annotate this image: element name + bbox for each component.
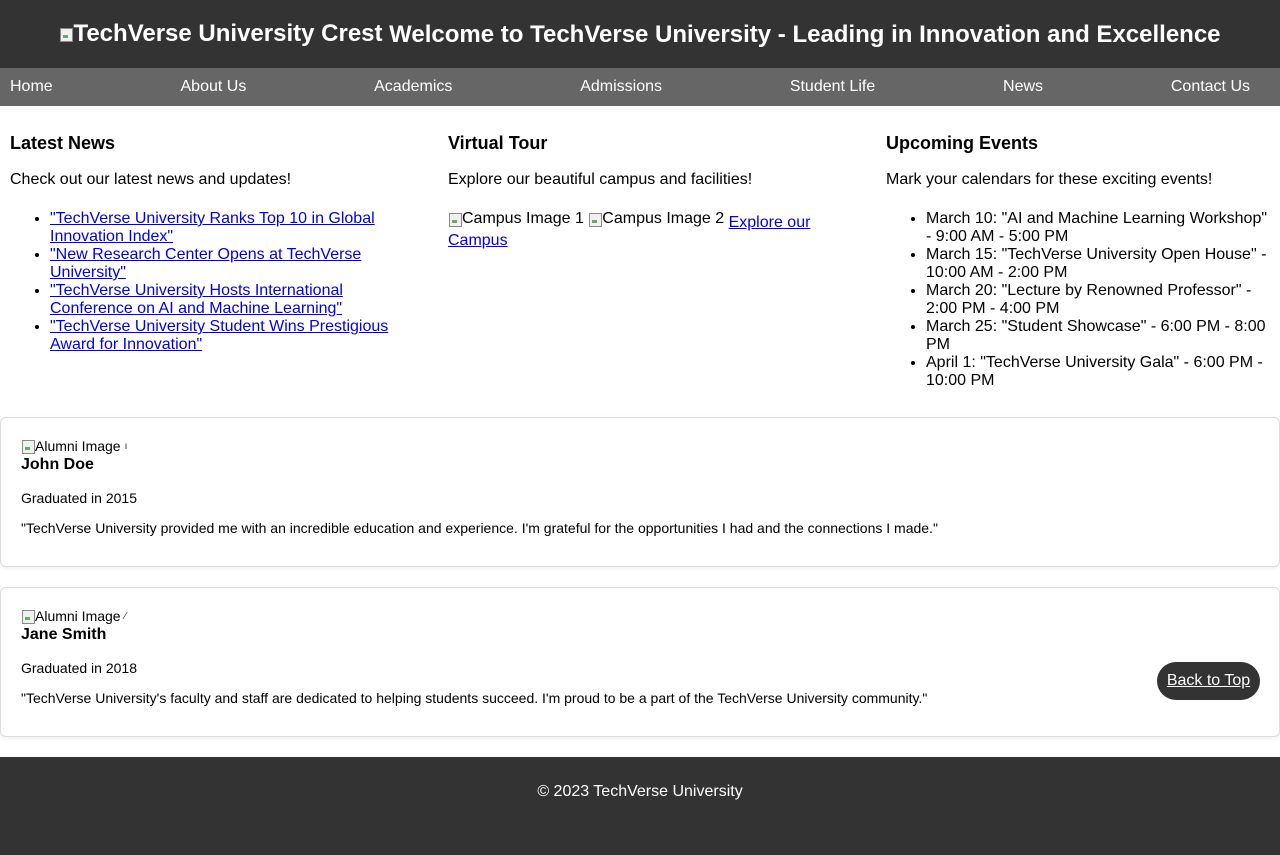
image-edge-icon: ⁄ — [124, 610, 127, 622]
latest-news-heading: Latest News — [10, 133, 116, 153]
event-item: March 10: "AI and Machine Learning Works… — [926, 210, 1271, 246]
broken-image-icon — [448, 211, 462, 227]
main-nav: Home About Us Academics Admissions Stude… — [0, 68, 1280, 106]
nav-admissions[interactable]: Admissions — [580, 78, 662, 96]
virtual-tour-intro: Explore our beautiful campus and facilit… — [448, 171, 753, 188]
campus-image-2-alt: Campus Image 2 — [602, 210, 725, 227]
tour-gallery: Campus Image 1 Campus Image 2 Explore ou… — [448, 210, 828, 250]
campus-image-2: Campus Image 2 — [588, 210, 724, 228]
news-link[interactable]: "TechVerse University Ranks Top 10 in Gl… — [50, 210, 375, 245]
alumni-name: Jane Smith — [21, 626, 107, 643]
site-header: TechVerse University Crest Welcome to Te… — [0, 0, 1280, 68]
event-item: April 1: "TechVerse University Gala" - 6… — [926, 354, 1271, 390]
alumni-image-alt: Alumni Image — [35, 438, 121, 454]
news-link[interactable]: "TechVerse University Student Wins Prest… — [50, 318, 388, 353]
crest-alt-text: TechVerse University Crest — [73, 19, 383, 47]
news-item: "TechVerse University Student Wins Prest… — [50, 318, 410, 354]
broken-image-icon — [21, 438, 35, 454]
nav-contact-us[interactable]: Contact Us — [1171, 78, 1250, 96]
news-list: "TechVerse University Ranks Top 10 in Gl… — [10, 210, 410, 354]
page-title: TechVerse University Crest Welcome to Te… — [59, 19, 1221, 49]
upcoming-events-intro: Mark your calendars for these exciting e… — [886, 171, 1213, 188]
event-item: March 15: "TechVerse University Open Hou… — [926, 246, 1271, 282]
title-text: Welcome to TechVerse University - Leadin… — [389, 20, 1221, 48]
back-to-top-link[interactable]: Back to Top — [1167, 672, 1250, 690]
nav-home[interactable]: Home — [10, 78, 53, 96]
site-footer: © 2023 TechVerse University — [0, 757, 1280, 855]
alumni-name: John Doe — [21, 456, 94, 473]
copyright-text: © 2023 TechVerse University — [537, 783, 743, 800]
university-crest-image: TechVerse University Crest — [59, 19, 383, 48]
alumni-card: Alumni Image ⁄ Jane Smith Graduated in 20… — [0, 587, 1280, 737]
nav-academics[interactable]: Academics — [374, 78, 452, 96]
nav-student-life[interactable]: Student Life — [790, 78, 875, 96]
broken-image-icon — [59, 26, 74, 42]
news-link[interactable]: "TechVerse University Hosts Internationa… — [50, 282, 343, 317]
campus-image-1: Campus Image 1 — [448, 210, 584, 228]
news-item: "TechVerse University Hosts Internationa… — [50, 282, 410, 318]
nav-news[interactable]: News — [1003, 78, 1043, 96]
broken-image-icon — [588, 211, 603, 227]
alumni-image: Alumni Image ⁄ — [21, 608, 126, 624]
news-link[interactable]: "New Research Center Opens at TechVerse … — [50, 246, 361, 281]
alumni-quote: "TechVerse University provided me with a… — [21, 520, 938, 536]
events-list: March 10: "AI and Machine Learning Works… — [886, 210, 1271, 390]
news-item: "TechVerse University Ranks Top 10 in Gl… — [50, 210, 410, 246]
alumni-graduation: Graduated in 2018 — [21, 660, 137, 676]
alumni-card: Alumni Image ı John Doe Graduated in 2015… — [0, 417, 1280, 567]
broken-image-icon — [21, 608, 35, 624]
news-item: "New Research Center Opens at TechVerse … — [50, 246, 410, 282]
content-columns: Latest News Check out our latest news an… — [0, 106, 1280, 417]
campus-image-1-alt: Campus Image 1 — [462, 210, 584, 227]
event-item: March 20: "Lecture by Renowned Professor… — [926, 282, 1271, 318]
alumni-graduation: Graduated in 2015 — [21, 490, 137, 506]
virtual-tour-heading: Virtual Tour — [448, 133, 548, 153]
event-item: March 25: "Student Showcase" - 6:00 PM -… — [926, 318, 1271, 354]
back-to-top-button[interactable]: Back to Top — [1157, 662, 1260, 700]
upcoming-events-heading: Upcoming Events — [886, 133, 1039, 153]
image-edge-icon: ı — [124, 440, 128, 452]
alumni-image-alt: Alumni Image — [35, 608, 121, 624]
alumni-quote: "TechVerse University's faculty and staf… — [21, 690, 928, 706]
alumni-image: Alumni Image ı — [21, 438, 127, 454]
nav-about-us[interactable]: About Us — [181, 78, 247, 96]
latest-news-intro: Check out our latest news and updates! — [10, 171, 292, 188]
